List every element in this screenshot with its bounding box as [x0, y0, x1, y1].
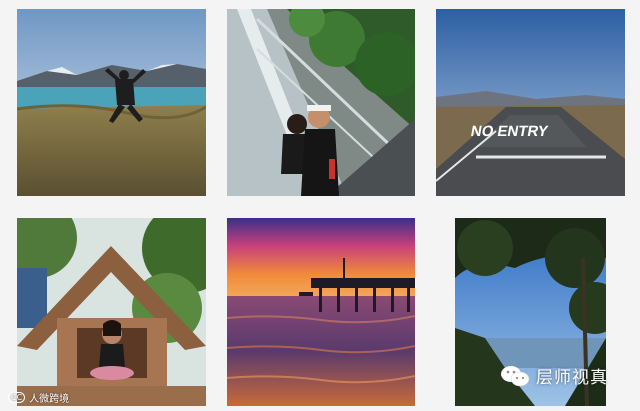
- mountain-lake-image: [17, 9, 206, 196]
- watermark-right: 层师视真: [500, 363, 608, 388]
- sunset-pier-image: [227, 218, 415, 406]
- road-marking-text: NO ENTRY: [469, 123, 549, 140]
- watermark-left-text: 人微跨境: [29, 394, 70, 405]
- wooden-hut-image: [17, 218, 206, 406]
- photo-mountain-lake-jump[interactable]: [17, 9, 206, 196]
- photo-no-entry-road[interactable]: NO ENTRY: [436, 9, 625, 196]
- no-entry-road-image: NO ENTRY: [436, 9, 625, 196]
- glass-walkway-image: [227, 9, 415, 196]
- photo-sunset-pier[interactable]: [227, 218, 415, 406]
- watermark-right-text: 层师视真: [536, 368, 608, 387]
- wechat-icon: [501, 365, 530, 386]
- photo-glass-walkway-selfie[interactable]: [227, 9, 415, 196]
- photo-wooden-hut-portrait[interactable]: [17, 218, 206, 406]
- cc-icon: CC: [8, 392, 26, 403]
- watermark-left: CC 人微跨境: [8, 390, 69, 405]
